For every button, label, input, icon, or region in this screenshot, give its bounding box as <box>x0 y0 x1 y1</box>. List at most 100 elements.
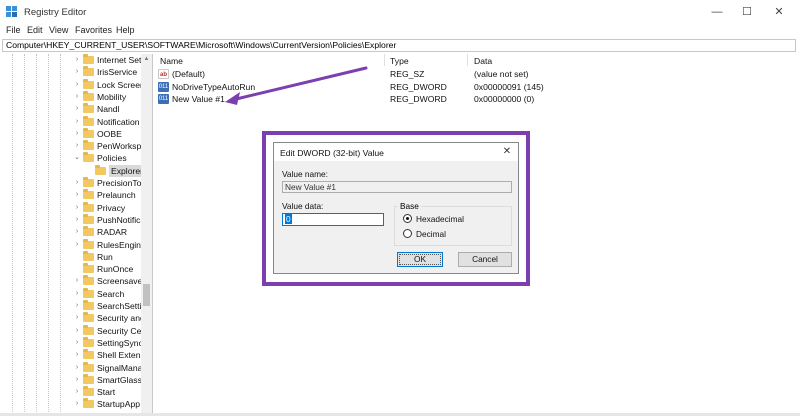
ok-button[interactable]: OK <box>397 252 443 267</box>
chevron-right-icon[interactable]: › <box>73 362 81 374</box>
chevron-right-icon[interactable]: › <box>73 226 81 238</box>
chevron-right-icon[interactable]: › <box>73 177 81 189</box>
chevron-right-icon[interactable]: › <box>73 349 81 361</box>
chevron-right-icon[interactable] <box>73 263 81 275</box>
chevron-right-icon[interactable]: › <box>73 128 81 140</box>
chevron-right-icon[interactable]: › <box>73 202 81 214</box>
base-group <box>394 206 512 246</box>
tree-item[interactable]: › SearchSetti <box>0 300 152 312</box>
column-type[interactable]: Type <box>390 56 409 66</box>
value-row[interactable]: ab (Default) REG_SZ (value not set) <box>154 68 800 80</box>
chevron-right-icon[interactable]: › <box>73 116 81 128</box>
menu-edit[interactable]: Edit <box>27 25 43 35</box>
tree-item[interactable]: › RulesEngine <box>0 238 152 251</box>
registry-editor-icon <box>6 6 17 17</box>
tree-item[interactable]: › Search <box>0 287 152 300</box>
tree-item[interactable]: › OOBE <box>0 127 152 140</box>
chevron-right-icon[interactable] <box>85 165 93 177</box>
chevron-right-icon[interactable] <box>73 251 81 263</box>
tree-item-label: RADAR <box>97 227 128 238</box>
decimal-label[interactable]: Decimal <box>416 229 446 239</box>
chevron-right-icon[interactable]: › <box>73 300 81 312</box>
chevron-right-icon[interactable]: › <box>73 239 81 251</box>
tree-item[interactable]: › PushNotifica <box>0 213 152 226</box>
chevron-right-icon[interactable]: › <box>73 140 81 152</box>
tree-item-label: Run <box>97 251 113 262</box>
tree-scrollbar[interactable]: ▲ <box>141 54 152 416</box>
value-type: REG_DWORD <box>390 81 447 92</box>
tree-item[interactable]: › Lock Screen <box>0 78 152 91</box>
chevron-right-icon[interactable]: › <box>73 325 81 337</box>
tree-item-label: Privacy <box>97 202 126 213</box>
chevron-right-icon[interactable]: › <box>73 288 81 300</box>
tree-item[interactable]: › Mobility <box>0 90 152 103</box>
menu-file[interactable]: File <box>6 25 21 35</box>
tree-item[interactable]: › Start <box>0 386 152 398</box>
scrollbar-thumb[interactable] <box>143 284 150 306</box>
chevron-down-icon[interactable]: ⌄ <box>73 152 81 164</box>
hexadecimal-label[interactable]: Hexadecimal <box>416 214 464 224</box>
value-row[interactable]: 011 New Value #1 REG_DWORD 0x00000000 (0) <box>154 93 800 105</box>
column-separator[interactable] <box>467 54 468 66</box>
menu-favorites[interactable]: Favorites <box>75 25 112 35</box>
column-name[interactable]: Name <box>160 56 183 66</box>
chevron-right-icon[interactable]: › <box>73 91 81 103</box>
folder-icon <box>83 54 94 64</box>
column-separator[interactable] <box>384 54 385 66</box>
chevron-right-icon[interactable]: › <box>73 54 81 66</box>
tree-item[interactable]: Run <box>0 250 152 263</box>
tree-item[interactable]: › Prelaunch <box>0 189 152 201</box>
address-bar[interactable]: Computer\HKEY_CURRENT_USER\SOFTWARE\Micr… <box>2 39 796 52</box>
maximize-button[interactable]: ☐ <box>730 0 764 24</box>
tree-item[interactable]: › PenWorkspa <box>0 140 152 152</box>
value-row[interactable]: 011 NoDriveTypeAutoRun REG_DWORD 0x00000091… <box>154 81 800 93</box>
folder-icon <box>83 324 94 335</box>
chevron-right-icon[interactable]: › <box>73 214 81 226</box>
tree-item[interactable]: › PrecisionTo <box>0 177 152 189</box>
decimal-radio[interactable] <box>403 229 412 238</box>
chevron-right-icon[interactable]: › <box>73 275 81 287</box>
chevron-right-icon[interactable]: › <box>73 312 81 324</box>
tree-item[interactable]: › Security Cen <box>0 324 152 337</box>
tree-item[interactable]: › SignalMana <box>0 361 152 374</box>
close-button[interactable]: ✕ <box>762 0 796 24</box>
column-data[interactable]: Data <box>474 56 492 66</box>
tree-item[interactable]: › SmartGlass <box>0 373 152 386</box>
chevron-right-icon[interactable]: › <box>73 66 81 78</box>
dialog-close-button[interactable]: ✕ <box>500 145 514 159</box>
key-tree[interactable]: › Internet Set › IrisService › Lock Screen › Mo… <box>0 54 153 416</box>
tree-item[interactable]: RunOnce <box>0 263 152 275</box>
tree-item[interactable]: › Privacy <box>0 201 152 214</box>
folder-icon <box>83 177 94 187</box>
tree-item[interactable]: › Notification <box>0 115 152 128</box>
chevron-right-icon[interactable]: › <box>73 398 81 410</box>
chevron-right-icon[interactable]: › <box>73 386 81 398</box>
tree-item-label: Explorer <box>109 164 145 177</box>
chevron-right-icon[interactable]: › <box>73 189 81 201</box>
tree-item-label: Notification <box>97 116 140 127</box>
tree-item[interactable]: › Internet Set <box>0 54 152 66</box>
menu-help[interactable]: Help <box>116 25 135 35</box>
tree-item[interactable]: › SettingSync <box>0 336 152 349</box>
tree-item[interactable]: › Security and <box>0 312 152 324</box>
tree-item[interactable]: › StartupApp <box>0 398 152 410</box>
scroll-up-icon[interactable]: ▲ <box>141 54 152 64</box>
hexadecimal-radio[interactable] <box>403 214 412 223</box>
minimize-button[interactable]: — <box>700 0 734 24</box>
tree-item[interactable]: › Screensaver <box>0 275 152 287</box>
tree-item[interactable]: › Nandl <box>0 103 152 115</box>
value-data-input[interactable]: 0 <box>282 213 384 226</box>
chevron-right-icon[interactable]: › <box>73 103 81 115</box>
folder-icon <box>83 398 94 409</box>
tree-item[interactable]: › Shell Extens <box>0 349 152 361</box>
chevron-right-icon[interactable]: › <box>73 337 81 349</box>
tree-item[interactable]: › IrisService <box>0 66 152 78</box>
tree-item[interactable]: Explorer <box>0 164 152 177</box>
cancel-button[interactable]: Cancel <box>458 252 512 267</box>
menu-view[interactable]: View <box>49 25 68 35</box>
tree-item-label: Start <box>97 387 116 398</box>
chevron-right-icon[interactable]: › <box>73 79 81 91</box>
tree-item[interactable]: ⌄ Policies <box>0 152 152 164</box>
chevron-right-icon[interactable]: › <box>73 374 81 386</box>
tree-item[interactable]: › RADAR <box>0 226 152 238</box>
